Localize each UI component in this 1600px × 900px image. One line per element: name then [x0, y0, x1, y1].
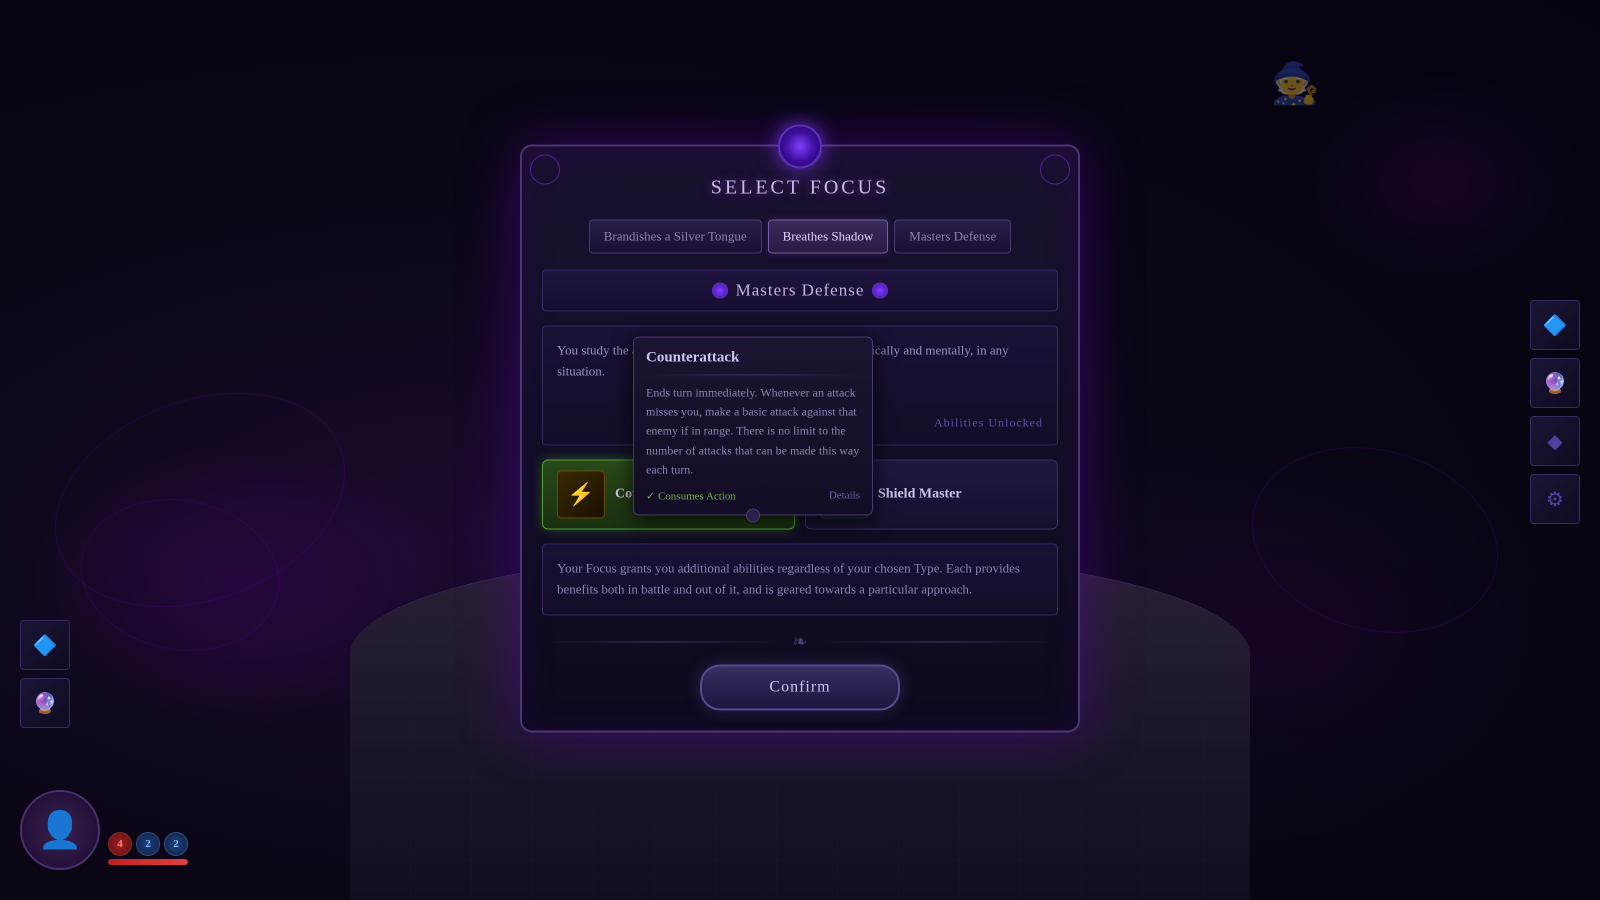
- sidebar-right-icon-3[interactable]: ◆: [1530, 416, 1580, 466]
- section-gem-right: [872, 282, 888, 298]
- health-bar-area: 4 2 2: [108, 832, 188, 870]
- sidebar-right-icon-1[interactable]: 🔷: [1530, 300, 1580, 350]
- hp-fill: [108, 859, 188, 865]
- shield-master-name: Shield Master: [878, 486, 962, 502]
- main-dialog: Select Focus Brandishes a Silver Tongue …: [520, 144, 1080, 732]
- tooltip-divider: [646, 374, 860, 375]
- description-box: You study the art of how to defend yours…: [542, 325, 1058, 445]
- ability-tooltip: Counterattack Ends turn immediately. Whe…: [633, 336, 873, 515]
- hp-bar: [108, 859, 188, 865]
- dialog-title: Select Focus: [542, 176, 1058, 199]
- tooltip-details-link[interactable]: Details: [829, 490, 860, 502]
- tooltip-body: Ends turn immediately. Whenever an attac…: [646, 383, 860, 479]
- pip-3: 2: [164, 832, 188, 856]
- tab-brandishes[interactable]: Brandishes a Silver Tongue: [589, 219, 762, 253]
- resource-pips: 4 2 2: [108, 832, 188, 856]
- bottom-desc-text: Your Focus grants you additional abiliti…: [557, 560, 1020, 596]
- counterattack-icon: ⚡: [557, 470, 605, 518]
- bottom-ornament-bar: ❧: [542, 631, 1058, 652]
- bar-line-right: [818, 641, 1058, 642]
- abilities-unlocked-label: Abilities Unlocked: [934, 415, 1043, 430]
- pip-1: 4: [108, 832, 132, 856]
- sidebar-right-icon-2[interactable]: 🔮: [1530, 358, 1580, 408]
- sidebar-right: 🔷 🔮 ◆ ⚙: [1530, 300, 1580, 524]
- sidebar-left-icon-1[interactable]: 🔷: [20, 620, 70, 670]
- tooltip-title: Counterattack: [646, 349, 860, 366]
- ornament-icon-left: ❧: [792, 631, 807, 652]
- section-header: Masters Defense: [542, 269, 1058, 311]
- tooltip-consumes-action: ✓ Consumes Action: [646, 489, 736, 502]
- dialog-inner: Select Focus Brandishes a Silver Tongue …: [522, 146, 1078, 730]
- tab-masters[interactable]: Masters Defense: [894, 219, 1011, 253]
- sidebar-right-icon-4[interactable]: ⚙: [1530, 474, 1580, 524]
- section-title: Masters Defense: [736, 280, 865, 300]
- tooltip-pointer-dot: [746, 508, 760, 522]
- bar-line-left: [542, 641, 782, 642]
- sidebar-left: 🔷 🔮: [20, 620, 70, 728]
- top-gem: [778, 124, 822, 168]
- character-figure: 🧙: [1270, 60, 1320, 107]
- checkmark-icon: ✓: [646, 490, 655, 502]
- pip-2: 2: [136, 832, 160, 856]
- tabs-row: Brandishes a Silver Tongue Breathes Shad…: [542, 219, 1058, 253]
- corner-gem-tr: [1040, 154, 1070, 184]
- avatar-area: 👤 4 2 2: [20, 790, 188, 870]
- sidebar-left-icon-2[interactable]: 🔮: [20, 678, 70, 728]
- consumes-label: Consumes Action: [658, 490, 736, 502]
- corner-gem-tl: [530, 154, 560, 184]
- avatar[interactable]: 👤: [20, 790, 100, 870]
- tab-breathes[interactable]: Breathes Shadow: [768, 219, 889, 253]
- section-gem-left: [712, 282, 728, 298]
- bottom-description: Your Focus grants you additional abiliti…: [542, 543, 1058, 615]
- confirm-button[interactable]: Confirm: [700, 664, 900, 710]
- tooltip-footer: ✓ Consumes Action Details: [646, 489, 860, 502]
